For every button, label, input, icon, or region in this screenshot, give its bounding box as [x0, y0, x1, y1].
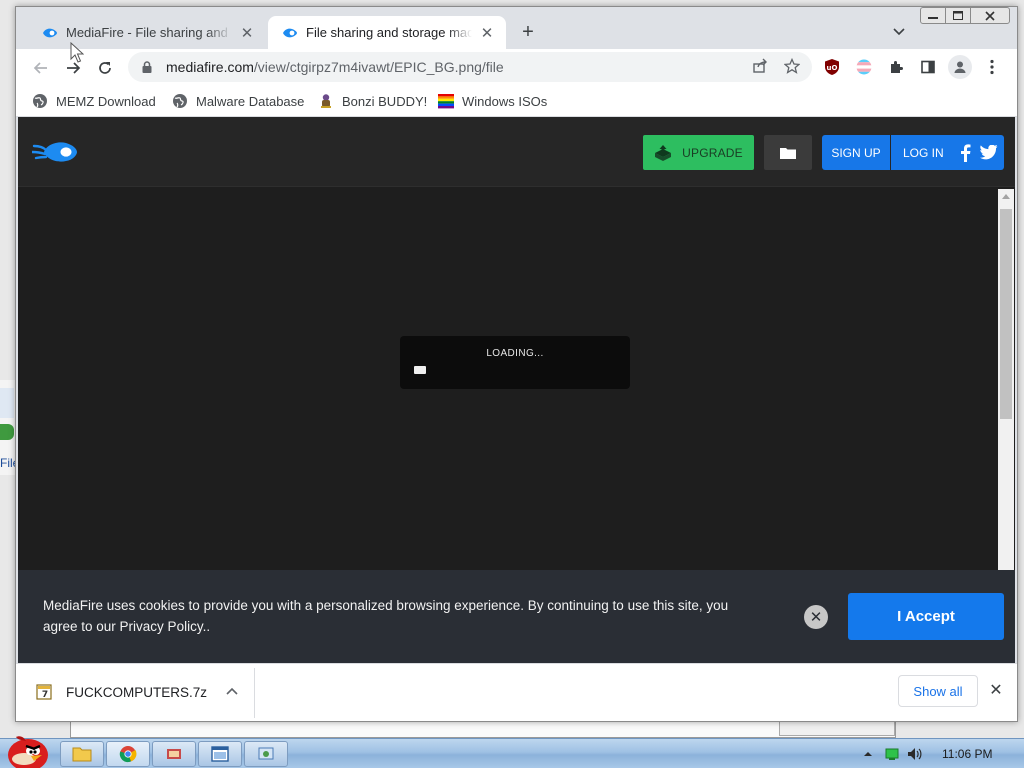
taskbar-chrome-button[interactable] [106, 741, 150, 767]
show-all-downloads-button[interactable]: Show all [898, 675, 978, 707]
network-icon[interactable] [884, 747, 900, 761]
mediafire-logo-icon[interactable] [32, 137, 78, 167]
cookie-consent-banner: MediaFire uses cookies to provide you wi… [18, 570, 1015, 663]
volume-icon[interactable] [906, 747, 922, 761]
extensions-puzzle-icon[interactable] [886, 57, 906, 77]
bookmark-malware-database[interactable]: Malware Database [172, 91, 304, 111]
tab-search-chevron-icon[interactable] [888, 21, 910, 43]
tab-mediafire-active[interactable]: File sharing and storage made simple ✕ [268, 16, 506, 49]
background-window-icon [0, 424, 14, 440]
bookmark-memz-download[interactable]: MEMZ Download [32, 91, 156, 111]
angry-bird-start-icon[interactable] [2, 731, 52, 768]
mediafire-favicon-icon [283, 28, 297, 37]
accept-cookies-button[interactable]: I Accept [848, 593, 1004, 640]
bonzi-icon [321, 94, 331, 108]
ublock-origin-icon[interactable]: uO [822, 57, 842, 77]
trans-flag-extension-icon[interactable] [854, 57, 874, 77]
taskbar-clock[interactable]: 11:06 PM [942, 747, 992, 761]
tab-close-icon[interactable]: ✕ [238, 24, 256, 42]
bookmark-star-icon[interactable] [781, 55, 803, 77]
chrome-window: MediaFire - File sharing and storage mad… [15, 6, 1018, 722]
tab-title: MediaFire - File sharing and storage mad… [66, 25, 232, 40]
mediafire-page: UPGRADE SIGN UP LOG IN LOADING... MediaF… [18, 117, 1015, 663]
control-panel-icon [258, 747, 274, 760]
share-icon[interactable] [749, 55, 771, 77]
url-host: mediafire.com [166, 59, 254, 75]
window-close-button[interactable] [970, 7, 1010, 24]
url-path: /view/ctgirpz7m4ivawt/EPIC_BG.png/file [253, 59, 504, 75]
archive-file-icon: 7 [36, 684, 52, 700]
svg-text:7: 7 [42, 690, 48, 700]
globe-icon [173, 94, 187, 108]
cookie-message: MediaFire uses cookies to provide you wi… [43, 598, 729, 634]
twitter-icon[interactable] [979, 144, 998, 162]
download-filename: FUCKCOMPUTERS.7z [66, 684, 208, 700]
rainbow-flag-icon [438, 94, 454, 109]
tab-strip: MediaFire - File sharing and storage mad… [16, 7, 1017, 49]
taskbar-explorer-button[interactable] [60, 741, 104, 767]
new-tab-button[interactable]: + [516, 20, 540, 44]
tab-close-icon[interactable]: ✕ [478, 24, 496, 42]
loading-text: LOADING... [486, 348, 544, 359]
sign-up-button[interactable]: SIGN UP [822, 135, 890, 170]
taskbar: 11:06 PM [0, 736, 1024, 768]
address-bar[interactable]: mediafire.com/view/ctgirpz7m4ivawt/EPIC_… [128, 52, 812, 82]
chrome-menu-kebab-icon[interactable] [982, 57, 1002, 77]
bookmark-bonzi-buddy[interactable]: Bonzi BUDDY! [318, 91, 427, 111]
background-window-strip [0, 388, 14, 418]
tab-mediafire-inactive[interactable]: MediaFire - File sharing and storage mad… [28, 16, 266, 49]
bookmark-windows-isos[interactable]: Windows ISOs [438, 91, 547, 111]
window-icon [211, 746, 229, 762]
svg-text:uO: uO [827, 64, 838, 72]
my-files-button[interactable] [764, 135, 812, 170]
loading-progress-bar [414, 366, 614, 374]
facebook-icon[interactable] [956, 143, 974, 162]
loading-progress-fill [414, 366, 426, 374]
upgrade-label: UPGRADE [682, 145, 743, 160]
lock-icon [142, 61, 152, 73]
bookmark-label: Bonzi BUDDY! [342, 93, 428, 109]
scroll-up-arrow-icon[interactable] [1002, 194, 1010, 199]
download-shelf-close-icon[interactable]: ✕ [988, 682, 1004, 699]
window-minimize-button[interactable] [920, 7, 946, 24]
taskbar-control-button[interactable] [244, 741, 288, 767]
globe-icon [33, 94, 47, 108]
download-item[interactable]: 7 FUCKCOMPUTERS.7z [36, 678, 254, 706]
cookie-close-icon[interactable]: ✕ [804, 605, 828, 629]
folder-icon [72, 747, 92, 762]
tab-title: File sharing and storage made simple [306, 25, 472, 40]
log-in-label: LOG IN [903, 145, 944, 160]
browser-toolbar: mediafire.com/view/ctgirpz7m4ivawt/EPIC_… [16, 49, 1017, 85]
show-hidden-icons-arrow-icon[interactable] [860, 747, 876, 761]
window-restore-button[interactable] [945, 7, 971, 24]
taskbar-app-button[interactable] [152, 741, 196, 767]
app-icon [167, 749, 181, 759]
bookmark-label: Windows ISOs [462, 93, 548, 109]
upgrade-button[interactable]: UPGRADE [643, 135, 754, 170]
mediafire-header: UPGRADE SIGN UP LOG IN [18, 117, 1015, 187]
back-arrow-icon[interactable] [28, 55, 54, 81]
upgrade-box-icon [655, 144, 672, 161]
download-options-chevron-icon[interactable] [224, 683, 240, 699]
background-window-field [779, 720, 895, 736]
folder-icon [780, 147, 796, 159]
side-panel-icon[interactable] [918, 57, 938, 77]
profile-avatar-icon[interactable] [948, 55, 972, 79]
reload-icon[interactable] [92, 55, 118, 81]
download-shelf: 7 FUCKCOMPUTERS.7z Show all ✕ [16, 663, 1017, 721]
scrollbar-thumb[interactable] [1000, 209, 1012, 419]
mouse-cursor-icon [70, 42, 84, 63]
bookmark-label: Malware Database [196, 93, 305, 109]
mediafire-favicon-icon [43, 28, 57, 37]
log-in-button[interactable]: LOG IN [891, 135, 1004, 170]
chrome-icon [119, 746, 137, 763]
taskbar-window-button[interactable] [198, 741, 242, 767]
bookmark-label: MEMZ Download [56, 93, 156, 109]
bookmarks-bar: MEMZ Download Malware Database Bonzi BUD… [16, 85, 1017, 117]
loading-dialog: LOADING... [400, 336, 630, 389]
system-tray: 11:06 PM [850, 739, 1024, 768]
download-separator [254, 668, 255, 718]
